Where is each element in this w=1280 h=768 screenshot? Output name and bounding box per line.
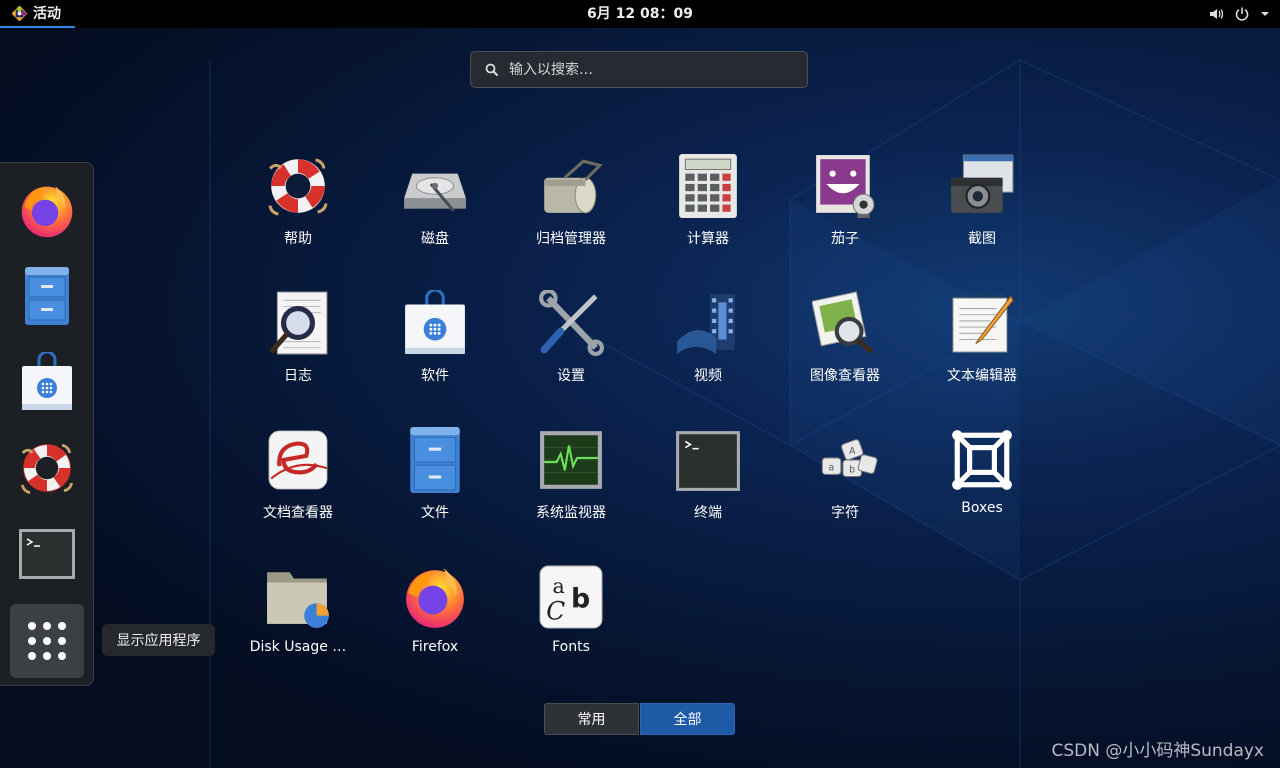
app-software[interactable]: 软件 bbox=[371, 290, 499, 410]
files-icon bbox=[410, 427, 460, 493]
dash-item-firefox[interactable] bbox=[8, 171, 86, 249]
app-cheese[interactable]: 茄子 bbox=[781, 153, 909, 273]
show-apps-icon bbox=[28, 622, 66, 660]
dash-item-software[interactable] bbox=[8, 343, 86, 421]
cheese-icon bbox=[816, 155, 875, 218]
app-label: 日志 bbox=[284, 368, 312, 384]
volume-icon bbox=[1210, 9, 1224, 19]
app-archive-manager[interactable]: 归档管理器 bbox=[507, 153, 635, 273]
app-system-monitor[interactable]: 系统监视器 bbox=[507, 427, 635, 547]
app-label: Disk Usage … bbox=[249, 639, 347, 655]
software-icon bbox=[405, 290, 465, 354]
app-label: 磁盘 bbox=[421, 231, 449, 247]
app-label: Fonts bbox=[552, 639, 590, 655]
app-label: 终端 bbox=[694, 505, 722, 521]
activities-button[interactable]: 活动 bbox=[0, 0, 75, 28]
app-label: 设置 bbox=[557, 368, 585, 384]
search-box[interactable] bbox=[470, 51, 808, 88]
document-viewer-icon bbox=[268, 430, 328, 490]
text-editor-icon bbox=[952, 294, 1014, 353]
clock[interactable]: 6月 12 08：09 bbox=[587, 6, 693, 22]
settings-icon bbox=[539, 290, 604, 356]
svg-text:b: b bbox=[849, 464, 855, 475]
svg-text:C: C bbox=[546, 597, 565, 626]
app-settings[interactable]: 设置 bbox=[507, 290, 635, 410]
calculator-icon bbox=[679, 154, 737, 218]
firefox-icon bbox=[21, 185, 73, 238]
terminal-icon bbox=[676, 431, 740, 491]
videos-icon bbox=[677, 294, 735, 354]
app-label: 视频 bbox=[694, 368, 722, 384]
activities-label: 活动 bbox=[33, 6, 61, 22]
app-fonts[interactable]: a C b Fonts bbox=[507, 564, 635, 684]
app-label: 截图 bbox=[968, 231, 996, 247]
help-icon bbox=[268, 158, 328, 216]
characters-icon: a bA bbox=[821, 439, 878, 478]
svg-text:A: A bbox=[849, 446, 856, 457]
dash-item-terminal[interactable] bbox=[8, 515, 86, 593]
show-apps-tooltip: 显示应用程序 bbox=[102, 624, 215, 656]
app-help[interactable]: 帮助 bbox=[234, 153, 362, 273]
app-label: Firefox bbox=[411, 639, 459, 655]
app-label: 字符 bbox=[831, 505, 859, 521]
app-calculator[interactable]: 计算器 bbox=[644, 153, 772, 273]
search-icon bbox=[485, 63, 499, 76]
firefox-icon bbox=[406, 568, 464, 628]
dash-item-help[interactable] bbox=[8, 429, 86, 507]
svg-text:b: b bbox=[571, 583, 590, 614]
app-label: 文本编辑器 bbox=[947, 368, 1017, 384]
app-label: 归档管理器 bbox=[536, 231, 606, 247]
app-label: 帮助 bbox=[284, 231, 312, 247]
app-label: 计算器 bbox=[687, 231, 729, 247]
logs-icon bbox=[269, 291, 328, 355]
app-label: 图像查看器 bbox=[810, 368, 880, 384]
tab-frequent[interactable]: 常用 bbox=[544, 703, 639, 735]
app-characters[interactable]: a bA 字符 bbox=[781, 427, 909, 547]
app-disk-usage[interactable]: Disk Usage … bbox=[234, 564, 362, 684]
app-label: 软件 bbox=[421, 368, 449, 384]
search-input[interactable] bbox=[507, 60, 791, 79]
tab-all[interactable]: 全部 bbox=[640, 703, 735, 735]
app-screenshot[interactable]: 截图 bbox=[918, 153, 1046, 273]
terminal-icon bbox=[19, 529, 75, 579]
app-label: 系统监视器 bbox=[536, 505, 606, 521]
distro-logo-icon bbox=[12, 5, 27, 21]
app-boxes[interactable]: Boxes bbox=[918, 427, 1046, 547]
image-viewer-icon bbox=[812, 291, 874, 354]
disk-usage-icon bbox=[267, 572, 329, 628]
app-label: 文档查看器 bbox=[263, 505, 333, 521]
power-icon bbox=[1235, 7, 1249, 21]
system-status-menu[interactable] bbox=[1208, 0, 1270, 28]
app-document-viewer[interactable]: 文档查看器 bbox=[234, 427, 362, 547]
svg-text:a: a bbox=[829, 462, 835, 473]
show-apps-button[interactable] bbox=[10, 604, 84, 678]
archive-manager-icon bbox=[544, 159, 603, 214]
disk-icon bbox=[404, 173, 466, 212]
app-firefox[interactable]: Firefox bbox=[371, 564, 499, 684]
app-terminal[interactable]: 终端 bbox=[644, 427, 772, 547]
app-label: 文件 bbox=[421, 505, 449, 521]
app-files[interactable]: 文件 bbox=[371, 427, 499, 547]
boxes-icon bbox=[952, 430, 1012, 490]
app-disks[interactable]: 磁盘 bbox=[371, 153, 499, 273]
software-icon bbox=[22, 352, 72, 410]
chevron-down-icon bbox=[1261, 12, 1269, 16]
app-videos[interactable]: 视频 bbox=[644, 290, 772, 410]
help-icon bbox=[21, 444, 73, 494]
system-monitor-icon bbox=[540, 431, 602, 489]
app-image-viewer[interactable]: 图像查看器 bbox=[781, 290, 909, 410]
screenshot-icon bbox=[951, 154, 1014, 213]
app-label: Boxes bbox=[961, 500, 1003, 516]
dash bbox=[0, 162, 94, 686]
watermark: CSDN @小小码神Sundayx bbox=[1051, 741, 1264, 761]
svg-text:a: a bbox=[552, 574, 564, 598]
app-logs[interactable]: 日志 bbox=[234, 290, 362, 410]
files-icon bbox=[25, 267, 69, 325]
app-label: 茄子 bbox=[831, 231, 859, 247]
fonts-icon: a C b bbox=[539, 565, 603, 629]
dash-item-files[interactable] bbox=[8, 257, 86, 335]
top-bar: 活动 6月 12 08：09 bbox=[0, 0, 1280, 28]
app-text-editor[interactable]: 文本编辑器 bbox=[918, 290, 1046, 410]
app-view-switcher: 常用 全部 bbox=[544, 703, 735, 735]
